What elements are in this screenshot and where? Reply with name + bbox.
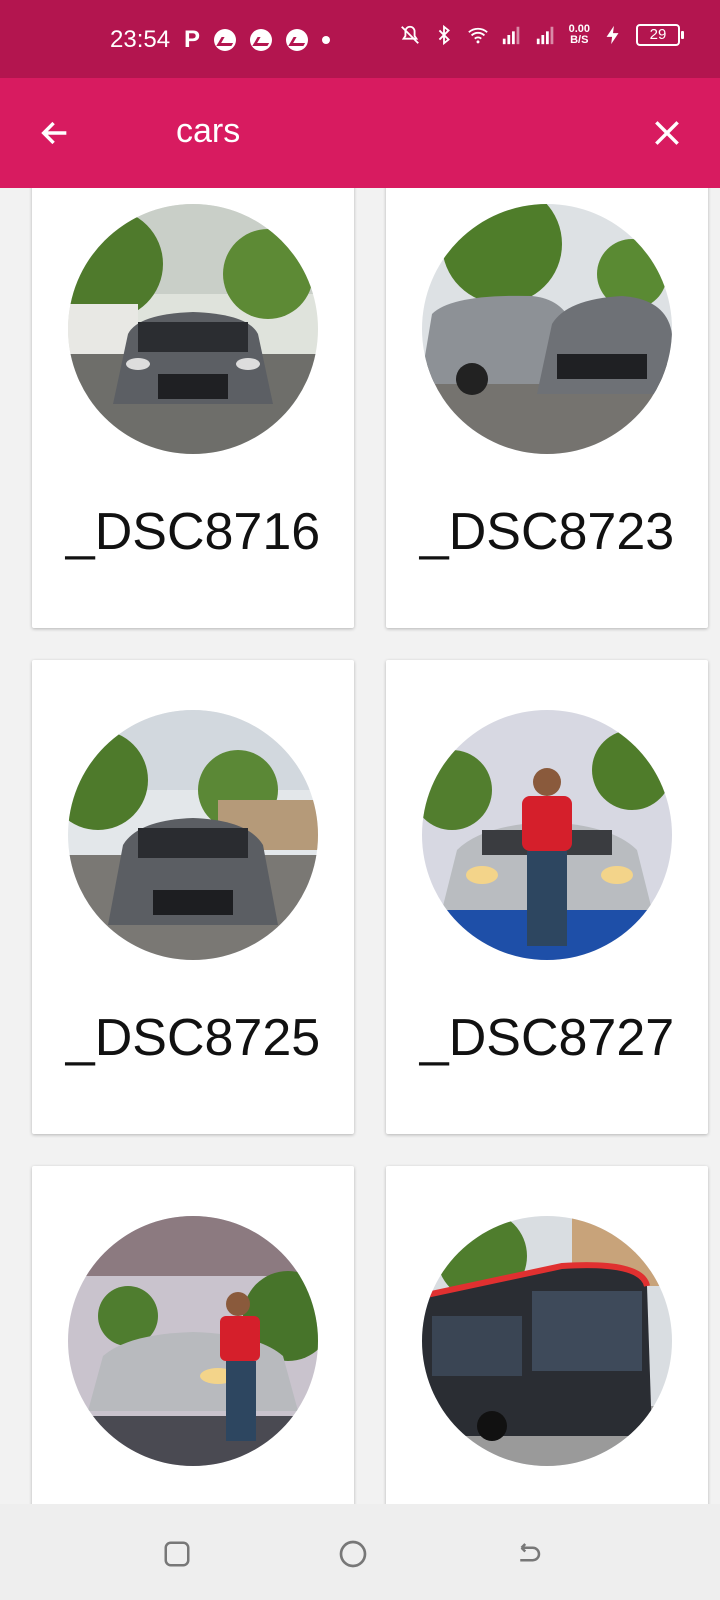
photo-thumbnail: [68, 204, 318, 454]
search-input[interactable]: [176, 112, 596, 151]
photo-thumbnail: [68, 1216, 318, 1466]
photo-title: _DSC8723: [419, 503, 675, 561]
net-speed: 0.00 B/S: [568, 23, 590, 46]
system-icons: 0.00 B/S 29: [399, 23, 684, 46]
close-icon: [655, 121, 679, 145]
photo-title: _DSC8727: [419, 1009, 675, 1067]
result-card[interactable]: _DSC8716: [32, 188, 354, 628]
result-card[interactable]: _DSC8723: [386, 188, 708, 628]
result-card[interactable]: _DSC8727: [386, 660, 708, 1134]
back-icon: [520, 1543, 541, 1562]
photo-title: _DSC8725: [65, 1009, 321, 1067]
results-grid: _DSC8716 _DSC8723 _DSC8725 _DSC8727: [32, 188, 708, 1504]
results-list[interactable]: _DSC8716 _DSC8723 _DSC8725 _DSC8727: [0, 188, 720, 1504]
battery-indicator: 29: [636, 24, 684, 46]
clear-search-button[interactable]: [642, 108, 692, 158]
status-bar: 23:54 P 0.00 B/S 29: [0, 0, 720, 78]
result-card[interactable]: [32, 1166, 354, 1504]
photo-title: _DSC8716: [65, 503, 321, 561]
bluetooth-icon: [438, 24, 450, 46]
home-icon: [339, 1540, 367, 1568]
wifi-icon: [467, 27, 488, 44]
messenger-icon: [250, 29, 273, 51]
messenger-icon: [214, 29, 237, 51]
mute-icon: [400, 25, 419, 44]
result-card[interactable]: _DSC8725: [32, 660, 354, 1134]
photo-thumbnail: [422, 1216, 672, 1466]
arrow-left-icon: [41, 121, 67, 145]
recents-button[interactable]: [157, 1534, 197, 1574]
nav-back-button[interactable]: [509, 1534, 549, 1574]
status-time: 23:54: [110, 26, 171, 53]
system-nav-bar: [0, 1504, 720, 1600]
signal-icon: [536, 26, 553, 45]
home-button[interactable]: [333, 1534, 373, 1574]
result-card[interactable]: [386, 1166, 708, 1504]
photo-thumbnail: [68, 710, 318, 960]
notification-icons: P: [184, 26, 331, 54]
back-button[interactable]: [30, 108, 80, 158]
parking-icon: P: [184, 26, 201, 53]
recents-icon: [164, 1541, 190, 1567]
search-app-bar: [0, 78, 720, 188]
dot-icon: [322, 36, 331, 44]
charging-icon: [606, 25, 619, 45]
photo-thumbnail: [422, 710, 672, 960]
signal-icon: [502, 26, 519, 45]
messenger-icon: [286, 29, 309, 51]
photo-thumbnail: [422, 204, 672, 454]
